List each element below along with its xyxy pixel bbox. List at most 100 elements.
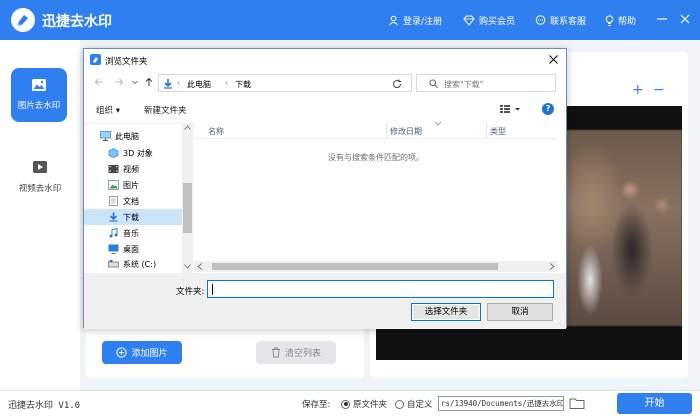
save-to-label: 保存至: (302, 400, 331, 410)
search-input[interactable]: 搜索"下载" (416, 74, 556, 92)
scroll-up-icon[interactable] (184, 125, 191, 130)
column-date-modified[interactable]: 修改日期 (390, 126, 422, 137)
buy-vip-button[interactable]: 购买会员 (463, 14, 515, 27)
tree-item-label: 视频 (123, 164, 139, 174)
login-button[interactable]: 登录/注册 (388, 14, 442, 27)
file-list-header: 名称 修改日期 类型 (194, 121, 558, 139)
tree-item-videos[interactable]: 视频 (84, 161, 182, 177)
cancel-button[interactable]: 取消 (487, 303, 553, 321)
tree-item-label: 音乐 (123, 228, 139, 238)
tree-item-pictures[interactable]: 图片 (84, 177, 182, 193)
select-folder-button[interactable]: 选择文件夹 (411, 303, 481, 321)
breadcrumb-this-pc[interactable]: 此电脑 (187, 79, 211, 90)
radio-original-label: 原文件夹 (353, 400, 388, 410)
tree-item-desktop[interactable]: 桌面 (84, 241, 182, 257)
organize-menu[interactable]: 组织 ▾ (96, 104, 120, 116)
tree-item-this-pc[interactable]: 此电脑 (84, 128, 182, 144)
chevron-down-icon[interactable] (131, 77, 139, 87)
buy-vip-label: 购买会员 (479, 17, 516, 27)
close-icon[interactable] (548, 54, 559, 65)
tree-item-system-drive[interactable]: 系统 (C:) (84, 257, 182, 271)
folder-name-input[interactable] (207, 280, 554, 298)
radio-custom-folder[interactable]: 自定义 (395, 398, 433, 410)
sidebar-item-video-watermark[interactable]: 视频去水印 (11, 160, 69, 194)
dialog-footer: 文件夹: 选择文件夹 取消 (84, 273, 566, 329)
breadcrumb-downloads[interactable]: 下载 (235, 79, 251, 90)
pictures-folder-icon (108, 180, 119, 190)
column-divider[interactable] (386, 123, 387, 139)
dialog-title: 浏览文件夹 (105, 57, 148, 67)
sidebar-item-label: 视频去水印 (18, 184, 62, 194)
clear-list-button[interactable]: 清空列表 (256, 341, 336, 364)
tree-scrollbar[interactable] (182, 123, 193, 273)
forward-arrow-icon[interactable] (114, 77, 124, 87)
tree-item-label: 系统 (C:) (123, 259, 157, 269)
refresh-icon[interactable] (392, 79, 402, 89)
empty-results-message: 没有与搜索条件匹配的项。 (328, 153, 424, 162)
plus-circle-icon (116, 347, 128, 358)
back-arrow-icon[interactable] (94, 77, 104, 87)
column-divider[interactable] (486, 123, 487, 139)
video-play-icon (33, 161, 47, 173)
contact-service-button[interactable]: 联系客服 (535, 14, 586, 27)
tree-item-documents[interactable]: 文档 (84, 193, 182, 209)
browse-folder-dialog: 浏览文件夹 › 此电脑 › 下载 搜索"下载" 组织 ▾ 新建文件夹 ? 此电脑 (83, 48, 567, 329)
eraser-logo-icon (17, 15, 28, 26)
add-image-button[interactable]: 添加图片 (102, 341, 182, 364)
output-path-field[interactable]: rs/13940/Documents/迅捷去水印 (438, 396, 564, 411)
close-icon[interactable] (678, 12, 692, 26)
hscroll-thumb[interactable] (212, 263, 498, 270)
contact-service-label: 联系客服 (550, 17, 587, 27)
folder-icon[interactable] (569, 396, 585, 410)
sidebar: 图片去水印 视频去水印 (0, 40, 80, 390)
text-caret (212, 284, 213, 295)
add-image-label: 添加图片 (131, 349, 168, 359)
radio-dot (395, 399, 404, 409)
tree-item-downloads[interactable]: 下载 (84, 209, 182, 225)
breadcrumb-separator: › (225, 79, 228, 87)
trash-icon (271, 347, 280, 358)
user-icon (389, 15, 398, 26)
radio-original-folder[interactable]: 原文件夹 (341, 398, 387, 410)
login-label: 登录/注册 (403, 17, 443, 27)
tree-scroll-thumb[interactable] (183, 183, 192, 233)
up-arrow-icon[interactable] (144, 77, 154, 87)
radio-custom-label: 自定义 (407, 400, 433, 410)
3d-objects-icon (108, 148, 119, 158)
folder-name-label: 文件夹: (176, 287, 205, 297)
scroll-left-icon[interactable] (197, 263, 203, 270)
preview-photo (562, 130, 682, 326)
zoom-out-button[interactable]: − (653, 83, 665, 97)
computer-icon (100, 131, 111, 141)
help-label: 帮助 (618, 17, 637, 27)
address-bar[interactable]: › 此电脑 › 下载 (158, 74, 439, 92)
sidebar-item-image-watermark[interactable]: 图片去水印 (11, 68, 67, 122)
tree-item-label: 桌面 (123, 244, 139, 254)
image-icon (32, 79, 46, 91)
start-button[interactable]: 开始 (617, 393, 692, 414)
download-icon (109, 212, 118, 222)
dialog-navbar: › 此电脑 › 下载 搜索"下载" (84, 71, 566, 95)
view-options-icon[interactable] (499, 104, 521, 114)
help-button[interactable]: 帮助 (605, 14, 636, 27)
new-folder-button[interactable]: 新建文件夹 (144, 104, 187, 116)
minimize-icon[interactable] (655, 12, 669, 26)
scroll-right-icon[interactable] (549, 263, 555, 270)
folder-tree: 此电脑 3D 对象 视频 图片 文档 下载 音乐 桌面 系统 (C:) (84, 123, 194, 273)
column-type[interactable]: 类型 (490, 126, 506, 137)
diamond-icon (463, 15, 475, 26)
lightbulb-icon (605, 14, 614, 26)
tree-item-music[interactable]: 音乐 (84, 225, 182, 241)
tree-item-label: 此电脑 (115, 131, 139, 141)
scroll-down-icon[interactable] (184, 264, 191, 269)
column-name[interactable]: 名称 (208, 126, 224, 137)
tree-item-3d-objects[interactable]: 3D 对象 (84, 145, 182, 161)
radio-dot-checked (341, 399, 350, 409)
help-icon[interactable]: ? (542, 103, 554, 115)
file-list-hscrollbar[interactable] (194, 261, 558, 272)
zoom-in-button[interactable]: + (632, 83, 644, 97)
tree-item-label: 图片 (123, 180, 139, 190)
version-label: 迅捷去水印 V1.0 (8, 401, 81, 411)
search-icon (429, 79, 438, 88)
app-title: 迅捷去水印 (42, 14, 112, 30)
